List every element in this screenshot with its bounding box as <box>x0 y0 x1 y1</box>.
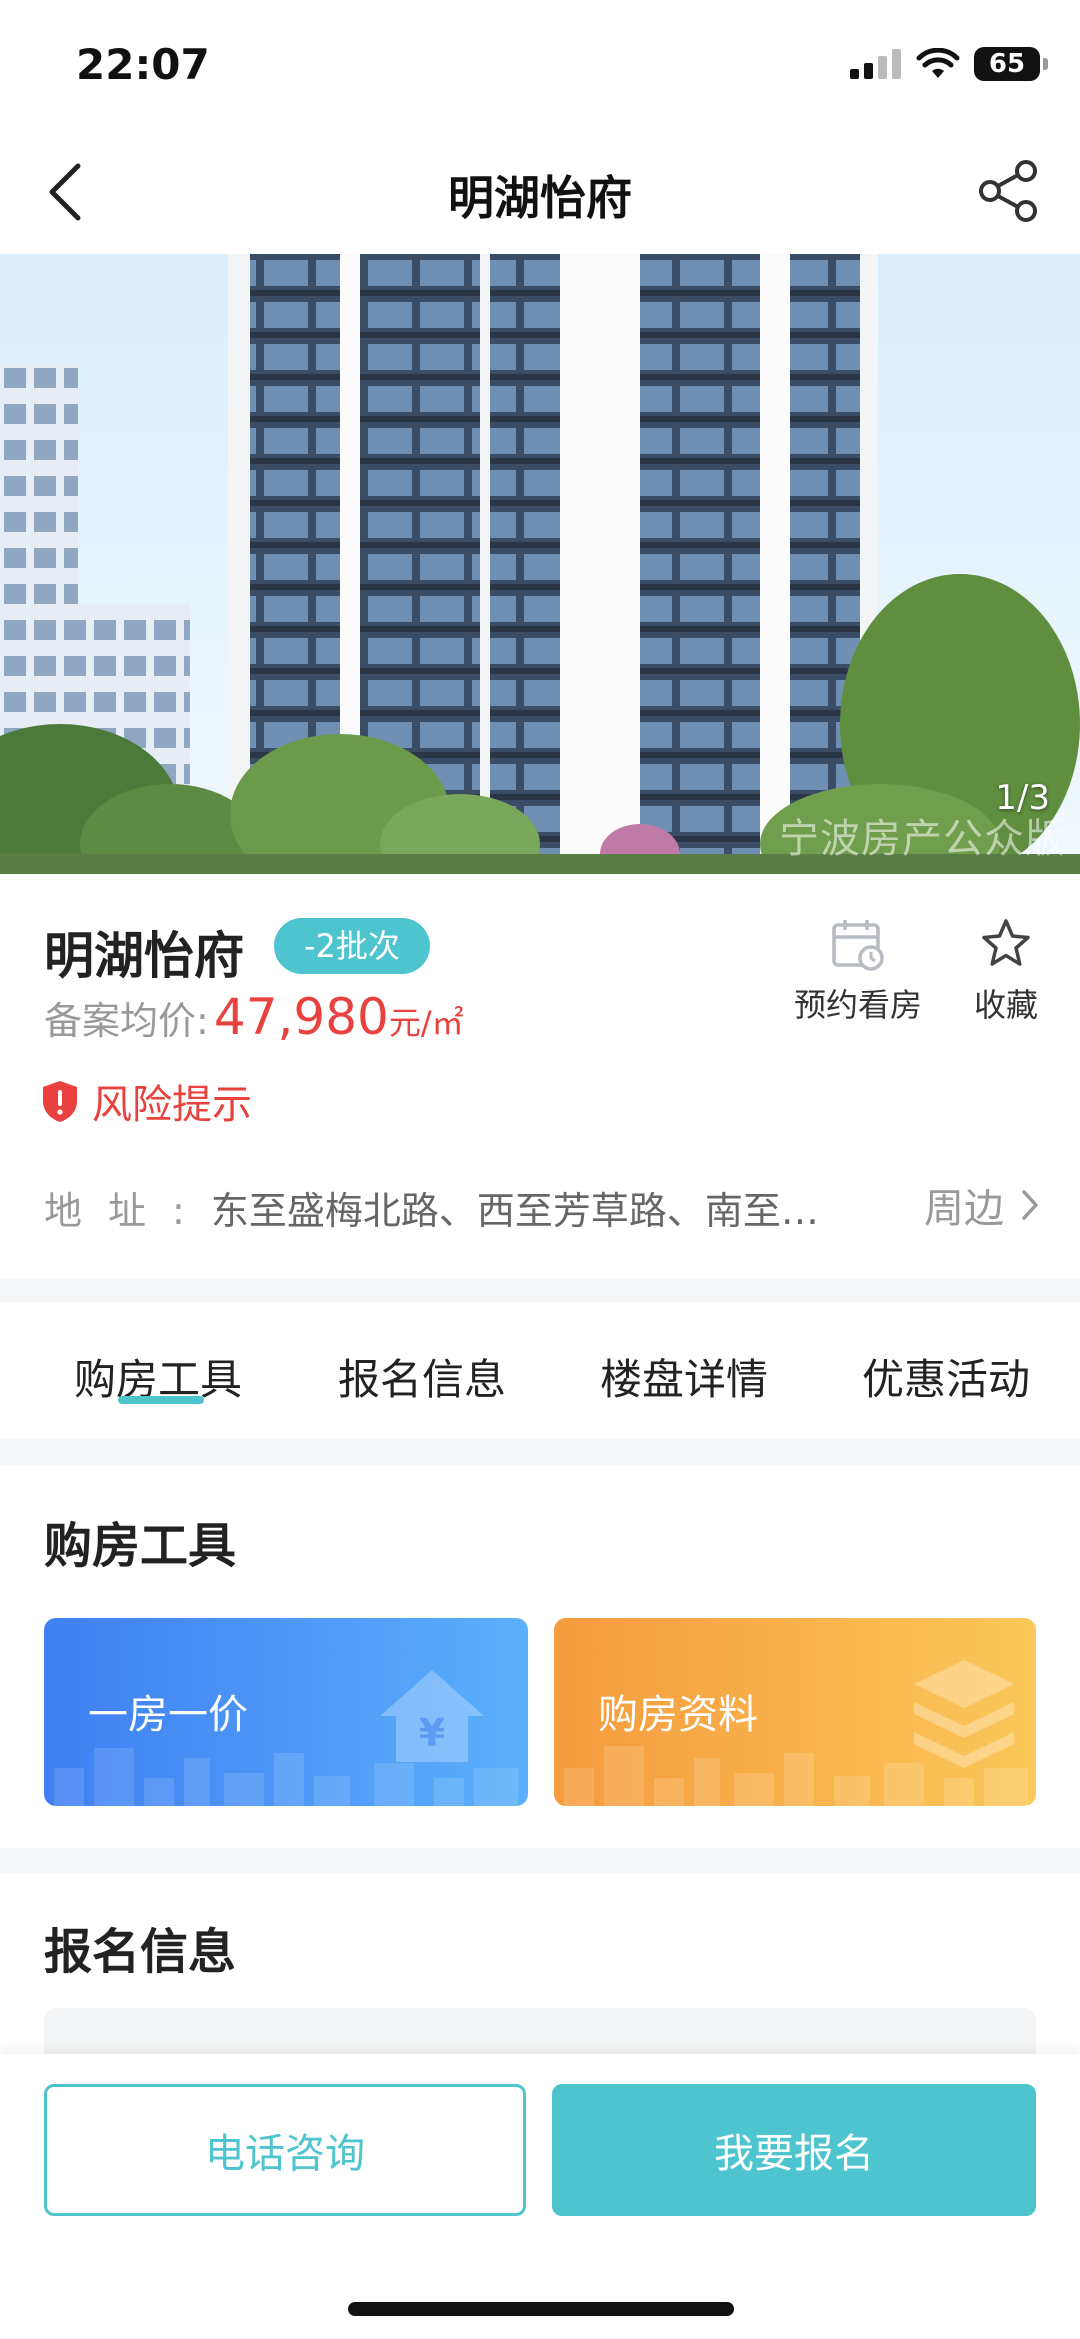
nav-bar: 明湖怡府 <box>0 130 1080 254</box>
signal-icon <box>850 49 901 79</box>
nearby-link[interactable]: 周边 <box>924 1176 1040 1234</box>
share-icon <box>979 160 1037 222</box>
tool-label-purchase-docs: 购房资料 <box>598 1692 758 1738</box>
calendar-clock-icon <box>832 920 884 971</box>
appointment-label: 预约看房 <box>794 986 923 1024</box>
section-tabs: 购房工具 报名信息 楼盘详情 优惠活动 <box>0 1302 1080 1438</box>
purchase-tools-section: 购房工具 ¥ 一房一价 购房资料 <box>0 1466 1080 1848</box>
risk-warning-label: 风险提示 <box>92 1082 252 1128</box>
register-button[interactable]: 我要报名 <box>552 2084 1036 2216</box>
batch-badge: -2批次 <box>274 918 430 974</box>
tool-label-price-list: 一房一价 <box>88 1692 248 1738</box>
chevron-right-icon <box>1022 1190 1038 1220</box>
tab-project-details[interactable]: 楼盘详情 <box>600 1346 768 1407</box>
home-indicator <box>348 2302 734 2316</box>
tool-card-purchase-docs[interactable]: 购房资料 <box>554 1618 1036 1806</box>
svg-text:¥: ¥ <box>419 1711 445 1755</box>
wifi-icon <box>916 48 960 78</box>
bottom-action-bar: 电话咨询 我要报名 <box>0 2054 1080 2339</box>
battery-indicator: 65 <box>974 47 1048 81</box>
house-yuan-icon: ¥ <box>380 1670 484 1762</box>
phone-consult-button[interactable]: 电话咨询 <box>44 2084 526 2216</box>
project-photo-gallery[interactable]: 1/3 宁波房产公众版 <box>0 254 1080 874</box>
address-row: 地址:东至盛梅北路、西至芳草路、南至… <box>44 1180 1044 1235</box>
tool-card-price-list[interactable]: ¥ 一房一价 <box>44 1618 528 1806</box>
project-info-card: 明湖怡府 -2批次 备案均价: 47,980元/㎡ 风险提示 预约看房 收藏 地… <box>0 874 1080 1278</box>
appointment-button[interactable]: 预约看房 <box>794 916 922 1026</box>
shield-alert-icon <box>43 1081 77 1122</box>
address-label: 地址: <box>44 1189 211 1233</box>
nearby-label: 周边 <box>924 1186 1004 1232</box>
price-row: 备案均价: 47,980元/㎡ <box>44 988 464 1046</box>
watermark: 宁波房产公众版 <box>779 816 1066 862</box>
status-bar: 22:07 65 <box>0 0 1080 130</box>
star-icon <box>982 919 1030 966</box>
section-title-tools: 购房工具 <box>44 1518 237 1574</box>
favorite-label: 收藏 <box>974 986 1039 1024</box>
status-time: 22:07 <box>76 40 210 89</box>
price-value: 47,980 <box>213 988 389 1046</box>
section-title-signup: 报名信息 <box>44 1924 237 1980</box>
share-button[interactable] <box>976 158 1042 224</box>
price-unit: 元/㎡ <box>388 1004 464 1042</box>
project-name: 明湖怡府 <box>44 927 244 985</box>
active-tab-indicator <box>118 1396 204 1404</box>
page-title: 明湖怡府 <box>448 171 632 225</box>
risk-warning-link[interactable]: 风险提示 <box>40 1072 252 1130</box>
address-text: 东至盛梅北路、西至芳草路、南至… <box>210 1189 819 1233</box>
tab-promotions[interactable]: 优惠活动 <box>862 1346 1030 1407</box>
layers-icon <box>914 1660 1014 1768</box>
status-icons: 65 <box>850 46 1048 82</box>
favorite-button[interactable]: 收藏 <box>974 916 1038 1026</box>
tab-signup-info[interactable]: 报名信息 <box>338 1346 506 1407</box>
price-label: 备案均价: <box>44 999 209 1043</box>
building-render-image <box>0 254 1080 874</box>
